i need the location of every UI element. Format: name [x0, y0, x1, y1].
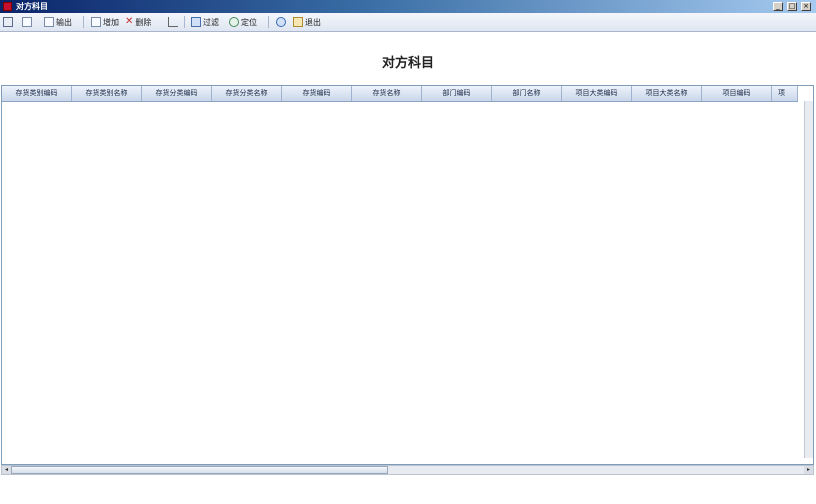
column-header[interactable]: 存货分类名称: [212, 86, 282, 101]
column-header[interactable]: 存货类别名称: [72, 86, 142, 101]
window-title: 对方科目: [16, 2, 48, 11]
toolbar-separator: [184, 16, 185, 28]
minimize-button[interactable]: _: [773, 2, 783, 11]
help-icon: [276, 17, 286, 27]
title-bar: 对方科目 _ □ ×: [0, 0, 816, 13]
add-button[interactable]: 增加: [91, 15, 119, 29]
report-title: 对方科目: [381, 56, 434, 71]
toolbar-separator: [83, 16, 84, 28]
horizontal-scrollbar[interactable]: ◂ ▸: [1, 465, 814, 475]
help-button[interactable]: [276, 15, 286, 29]
close-button[interactable]: ×: [801, 2, 811, 11]
column-header[interactable]: 项: [772, 86, 798, 101]
scroll-right-arrow-icon[interactable]: ▸: [804, 466, 813, 474]
locate-button[interactable]: 定位: [229, 15, 257, 29]
locate-label: 定位: [241, 17, 257, 27]
add-icon: [91, 17, 101, 27]
scroll-thumb[interactable]: [11, 466, 388, 474]
exit-button[interactable]: 退出: [293, 15, 321, 29]
filter-label: 过滤: [203, 17, 219, 27]
app-icon: [3, 2, 12, 11]
column-header[interactable]: 项目编码: [702, 86, 772, 101]
filter-icon: [191, 17, 201, 27]
column-header[interactable]: 项目大类编码: [562, 86, 632, 101]
column-header[interactable]: 部门名称: [492, 86, 562, 101]
output-label: 输出: [56, 17, 72, 27]
data-grid[interactable]: 存货类别编码 存货类别名称 存货分类编码 存货分类名称 存货编码 存货名称 部门…: [1, 85, 814, 465]
column-header[interactable]: 存货分类编码: [142, 86, 212, 101]
column-header[interactable]: 存货编码: [282, 86, 352, 101]
delete-button[interactable]: ✕ 删除: [125, 15, 151, 29]
chart-icon: [168, 17, 178, 27]
column-header[interactable]: 部门编码: [422, 86, 492, 101]
filter-button[interactable]: 过滤: [191, 15, 219, 29]
export-icon: [44, 17, 54, 27]
toolbar-separator: [268, 16, 269, 28]
delete-icon: ✕: [125, 16, 134, 27]
maximize-button[interactable]: □: [787, 2, 797, 11]
vertical-scrollbar[interactable]: [804, 101, 813, 458]
add-label: 增加: [103, 17, 119, 27]
column-header[interactable]: 存货名称: [352, 86, 422, 101]
scroll-left-arrow-icon[interactable]: ◂: [2, 466, 11, 474]
exit-icon: [293, 17, 303, 27]
print-button[interactable]: [3, 15, 13, 29]
column-header[interactable]: 项目大类名称: [632, 86, 702, 101]
column-header[interactable]: 存货类别编码: [2, 86, 72, 101]
locate-icon: [229, 17, 239, 27]
grid-header: 存货类别编码 存货类别名称 存货分类编码 存货分类名称 存货编码 存货名称 部门…: [2, 86, 798, 102]
delete-label: 删除: [135, 17, 152, 27]
toolbar: 输出 增加 ✕ 删除 过滤 定位 退出: [0, 13, 816, 32]
output-button[interactable]: 输出: [44, 15, 72, 29]
exit-label: 退出: [305, 17, 321, 27]
preview-button[interactable]: [22, 15, 32, 29]
printer-icon: [3, 17, 13, 27]
chart-button[interactable]: [168, 15, 178, 29]
preview-icon: [22, 17, 32, 27]
